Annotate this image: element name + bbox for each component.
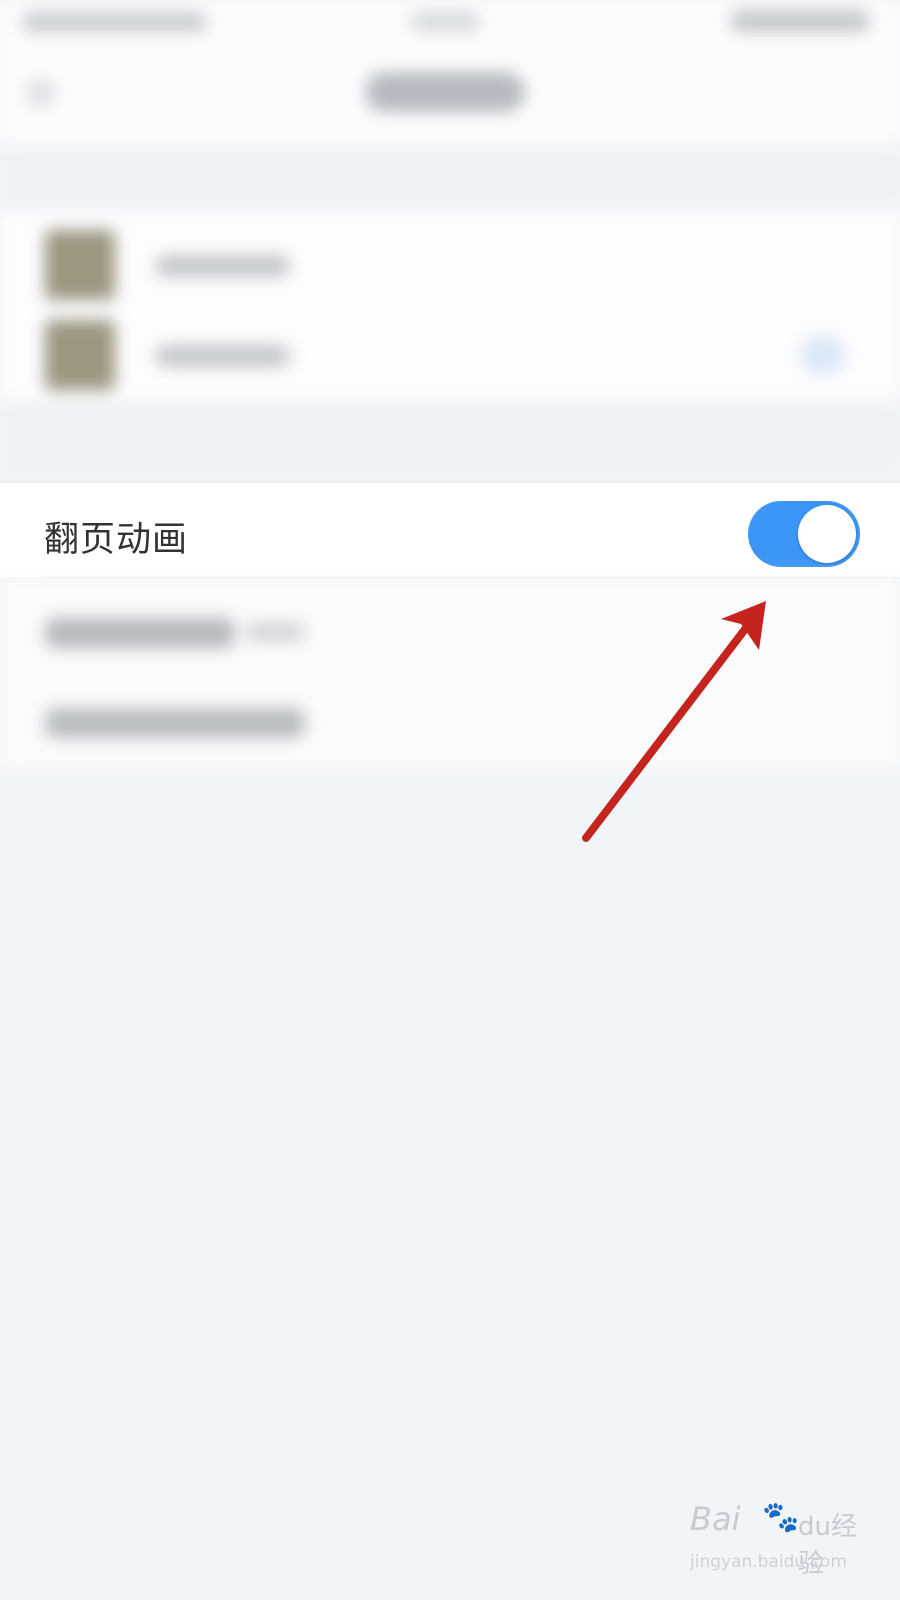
- option-thumbnail[interactable]: [45, 230, 115, 300]
- blurred-settings-card: [0, 210, 900, 400]
- setting-label-placeholder: [45, 708, 305, 738]
- blurred-settings-card: [0, 578, 900, 768]
- setting-label-placeholder: [45, 618, 235, 648]
- setting-value-placeholder: [245, 623, 305, 641]
- watermark-url: jingyan.baidu.com: [690, 1552, 847, 1572]
- page-title: [365, 72, 525, 112]
- toggle-knob: [798, 505, 856, 563]
- section-gap: [0, 400, 900, 480]
- status-bar-center: [410, 12, 480, 32]
- section-gap: [0, 145, 900, 210]
- status-bar: [0, 0, 900, 50]
- setting-row-page-flip-animation: 翻页动画: [0, 482, 900, 577]
- page-flip-animation-toggle[interactable]: [748, 501, 860, 567]
- setting-label: 翻页动画: [44, 520, 189, 560]
- blurred-lower-region: [0, 578, 900, 778]
- nav-bar: [0, 50, 900, 145]
- option-label-placeholder: [155, 255, 290, 277]
- option-thumbnail[interactable]: [45, 320, 115, 390]
- option-label-placeholder: [155, 345, 290, 367]
- watermark-brand: Bai: [690, 1500, 741, 1538]
- baidu-jingyan-watermark: Bai 🐾 du经验 jingyan.baidu.com: [690, 1500, 870, 1590]
- back-icon[interactable]: [28, 80, 54, 106]
- status-bar-right: [730, 10, 870, 32]
- settings-screen: 翻页动画 Bai 🐾 du经验 jingyan.baidu.com: [0, 0, 900, 1600]
- selected-indicator: [800, 335, 845, 375]
- paw-icon: 🐾: [762, 1500, 800, 1535]
- status-bar-left: [22, 12, 207, 32]
- blurred-header-region: [0, 0, 900, 480]
